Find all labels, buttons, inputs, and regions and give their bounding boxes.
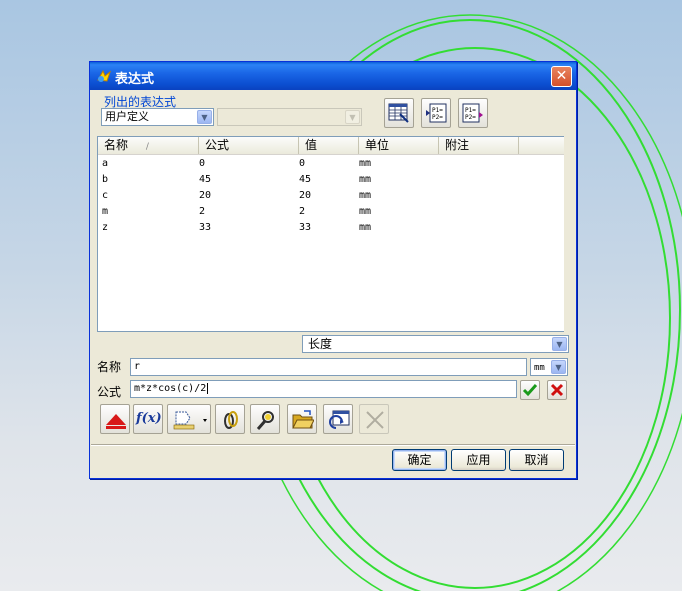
delete-expression-button (359, 404, 389, 434)
table-row[interactable]: z 33 33 mm (98, 220, 567, 236)
apply-button[interactable]: 应用 (451, 449, 506, 471)
link-search-button[interactable] (250, 404, 280, 434)
chevron-down-icon[interactable]: ▼ (551, 360, 566, 374)
column-header-formula[interactable]: 公式 (199, 137, 299, 154)
cell-value: 33 (299, 222, 312, 233)
expression-filter-select[interactable]: 用户定义 ▼ (101, 108, 214, 126)
table-scroll-gutter (564, 136, 568, 332)
table-row[interactable]: c 20 20 mm (98, 188, 567, 204)
list-parameters-icon: P1= P2= (426, 103, 447, 123)
open-folder-icon (292, 410, 314, 429)
cancel-button[interactable]: 取消 (509, 449, 564, 471)
cell-formula: 33 (199, 222, 212, 233)
svg-text:P1=: P1= (465, 107, 476, 114)
export-expressions-button[interactable] (323, 404, 353, 434)
close-button[interactable]: ✕ (551, 66, 572, 87)
function-fx-icon: f(x) (136, 411, 162, 426)
magnifier-link-icon (256, 411, 274, 430)
expressions-table[interactable]: 名称 / 公式 值 单位 附注 a 0 0 mm b 45 45 mm c 20 20 mm m 2 2 mm… (97, 136, 568, 332)
export-window-icon (329, 410, 350, 429)
title-bar[interactable]: 表达式 ✕ (90, 62, 576, 90)
table-row[interactable]: b 45 45 mm (98, 172, 567, 188)
name-input[interactable]: r (130, 358, 527, 376)
table-row[interactable]: m 2 2 mm (98, 204, 567, 220)
column-header-note[interactable]: 附注 (439, 137, 519, 154)
delete-x-icon (366, 411, 384, 429)
cell-formula: 45 (199, 174, 212, 185)
cell-formula: 2 (199, 206, 206, 217)
reject-formula-button[interactable] (547, 380, 567, 400)
svg-text:P2=: P2= (432, 114, 443, 121)
cell-value: 0 (299, 158, 306, 169)
cell-unit: mm (359, 190, 372, 201)
column-header-unit[interactable]: 单位 (359, 137, 439, 154)
cell-unit: mm (359, 158, 372, 169)
functions-button[interactable]: f(x) (133, 404, 163, 434)
name-label: 名称 (97, 360, 122, 374)
sort-indicator-icon: / (145, 142, 149, 152)
dimension-type-select[interactable]: 长度 ▼ (302, 335, 569, 353)
table-header: 名称 / 公式 值 单位 附注 (98, 137, 567, 155)
accept-formula-button[interactable] (520, 380, 540, 400)
measure-dropdown-button[interactable] (167, 404, 211, 434)
cell-name: a (102, 158, 109, 169)
cell-unit: mm (359, 174, 372, 185)
ok-button[interactable]: 确定 (392, 449, 447, 471)
dimension-type-value: 长度 (308, 337, 333, 351)
formula-input[interactable]: m*z*cos(c)/2 (130, 380, 517, 398)
cell-formula: 20 (199, 190, 212, 201)
expression-filter-value: 用户定义 (105, 110, 149, 123)
svg-text:P2=: P2= (465, 114, 476, 121)
chain-link-icon (224, 411, 238, 429)
spreadsheet-edit-button[interactable] (384, 98, 414, 128)
chevron-down-icon[interactable]: ▼ (197, 110, 212, 124)
table-row[interactable]: a 0 0 mm (98, 156, 567, 172)
cell-name: c (102, 190, 109, 201)
formula-label: 公式 (97, 385, 122, 399)
expression-app-icon (97, 69, 112, 82)
measure-ruler-icon (173, 411, 207, 430)
text-caret (207, 383, 209, 394)
window-title: 表达式 (115, 72, 155, 87)
import-expressions-button[interactable] (287, 404, 317, 434)
red-x-icon (550, 383, 564, 397)
red-triangle-up-icon (106, 414, 126, 429)
unit-value: mm (534, 363, 545, 373)
cell-unit: mm (359, 222, 372, 233)
cell-name: m (102, 206, 109, 217)
chevron-down-icon[interactable]: ▼ (552, 337, 567, 351)
cell-name: z (102, 222, 109, 233)
expressions-dialog: 表达式 ✕ 列出的表达式 用户定义 ▼ ▼ P1= P2= P1= P2= 名称… (89, 61, 577, 479)
cell-value: 20 (299, 190, 312, 201)
interpart-references-button[interactable] (215, 404, 245, 434)
cell-name: b (102, 174, 109, 185)
formula-value: m*z*cos(c)/2 (134, 383, 207, 394)
spreadsheet-edit-icon (388, 103, 409, 123)
list-parameters-export-button[interactable]: P1= P2= (458, 98, 488, 128)
cell-value: 2 (299, 206, 306, 217)
collapse-button[interactable] (100, 404, 130, 434)
svg-text:P1=: P1= (432, 107, 443, 114)
list-parameters-button[interactable]: P1= P2= (421, 98, 451, 128)
secondary-filter-select[interactable]: ▼ (217, 108, 362, 126)
column-header-name[interactable]: 名称 / (98, 137, 199, 154)
cell-formula: 0 (199, 158, 206, 169)
list-parameters-export-icon: P1= P2= (462, 103, 483, 123)
column-header-value[interactable]: 值 (299, 137, 359, 154)
divider (91, 444, 575, 446)
unit-select[interactable]: mm ▼ (530, 358, 568, 376)
checkmark-icon (522, 384, 538, 397)
cell-unit: mm (359, 206, 372, 217)
cell-value: 45 (299, 174, 312, 185)
chevron-down-icon: ▼ (345, 110, 360, 124)
